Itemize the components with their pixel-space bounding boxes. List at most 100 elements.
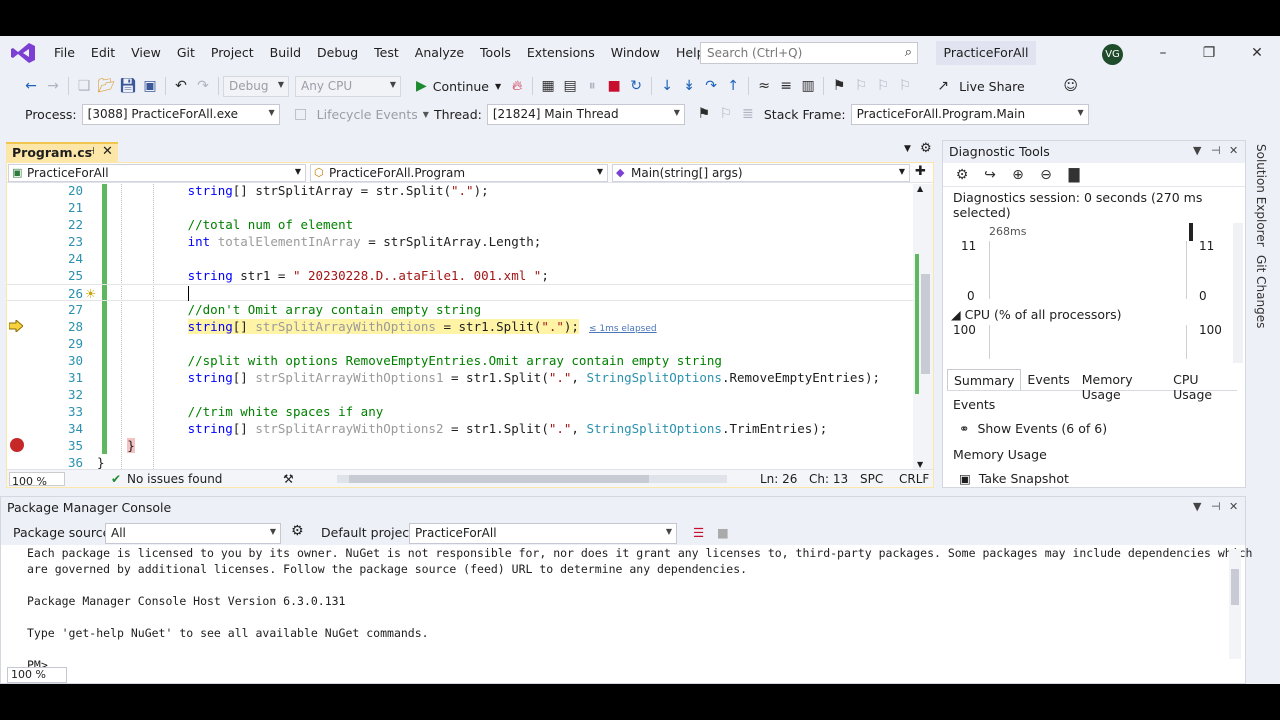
- lightbulb-icon[interactable]: ☀: [85, 285, 96, 302]
- code-line[interactable]: 29: [7, 335, 913, 352]
- browse-icon[interactable]: ▦: [537, 75, 559, 97]
- take-snapshot-button[interactable]: ▣ Take Snapshot: [959, 471, 1069, 486]
- stop-command-icon[interactable]: ■: [717, 525, 729, 540]
- close-icon[interactable]: ✕: [1229, 144, 1238, 157]
- gear-icon[interactable]: ⚙: [951, 164, 973, 186]
- close-icon[interactable]: ✕: [1242, 42, 1272, 64]
- default-project-select[interactable]: PracticeForAll ▼: [409, 523, 677, 544]
- lifecycle-events-button[interactable]: Lifecycle Events: [312, 107, 423, 122]
- gear-icon[interactable]: ⚙: [291, 523, 304, 539]
- code-lines[interactable]: 20 string[] strSplitArray = str.Split("."…: [7, 184, 913, 471]
- export-icon[interactable]: ↪: [979, 164, 1001, 186]
- console-zoom-select[interactable]: 100 %: [7, 667, 67, 683]
- new-item-icon[interactable]: ❑: [73, 75, 95, 97]
- column-indicator[interactable]: Ch: 13: [809, 472, 848, 486]
- save-icon[interactable]: 💾︎: [117, 75, 139, 97]
- save-all-icon[interactable]: ▣: [139, 75, 161, 97]
- show-next-statement-icon[interactable]: ↓: [656, 75, 678, 97]
- platform-select[interactable]: Any CPU ▼: [295, 75, 401, 97]
- code-line[interactable]: 21: [7, 199, 913, 216]
- solution-name[interactable]: PracticeForAll: [936, 41, 1036, 65]
- menu-item-test[interactable]: Test: [366, 36, 407, 70]
- flag-all-icon[interactable]: ⚐: [715, 103, 737, 125]
- menu-item-view[interactable]: View: [123, 36, 169, 70]
- side-tab-solution-explorer[interactable]: Solution Explorer: [1252, 140, 1270, 251]
- menu-item-edit[interactable]: Edit: [83, 36, 123, 70]
- package-source-select[interactable]: All ▼: [105, 523, 281, 544]
- stop-icon[interactable]: ■: [603, 75, 625, 97]
- pin-icon[interactable]: ⊣: [1211, 500, 1221, 513]
- gear-icon[interactable]: ⚙: [920, 141, 932, 156]
- minimize-icon[interactable]: –: [1148, 42, 1178, 64]
- layout-icon[interactable]: ▤: [559, 75, 581, 97]
- tab-cpu-usage[interactable]: CPU Usage: [1167, 369, 1237, 402]
- menu-item-extensions[interactable]: Extensions: [519, 36, 603, 70]
- process-select[interactable]: [3088] PracticeForAll.exe ▼: [81, 103, 280, 125]
- code-line[interactable]: 35}: [7, 437, 913, 454]
- menu-item-tools[interactable]: Tools: [472, 36, 519, 70]
- prev-bookmark-icon[interactable]: ⚐: [850, 75, 872, 97]
- code-line[interactable]: 20 string[] strSplitArray = str.Split("."…: [7, 184, 913, 199]
- menu-item-analyze[interactable]: Analyze: [407, 36, 472, 70]
- zoom-in-icon[interactable]: ⊕: [1007, 164, 1029, 186]
- stack-frame-select[interactable]: PracticeForAll.Program.Main ▼: [850, 103, 1089, 125]
- code-line[interactable]: 34 string[] strSplitArrayWithOptions2 = s…: [7, 420, 913, 437]
- menu-item-window[interactable]: Window: [603, 36, 668, 70]
- menu-item-file[interactable]: File: [46, 36, 83, 70]
- horizontal-scroll-thumb[interactable]: [349, 475, 649, 483]
- restore-icon[interactable]: ❐: [1194, 42, 1224, 64]
- split-icon[interactable]: ✚: [915, 164, 926, 179]
- chevron-down-icon[interactable]: ▼: [904, 144, 911, 154]
- feedback-icon[interactable]: ☺: [1060, 75, 1082, 97]
- cpu-header[interactable]: ◢ CPU (% of all processors): [951, 307, 1122, 322]
- scroll-up-icon[interactable]: ▲: [917, 184, 923, 193]
- hot-reload-icon[interactable]: 🔥︎: [506, 75, 528, 97]
- code-line[interactable]: 24: [7, 250, 913, 267]
- code-editor[interactable]: ▣ PracticeForAll ▼ ⬡ PracticeForAll.Progr…: [6, 162, 934, 488]
- tab-memory-usage[interactable]: Memory Usage: [1076, 369, 1167, 402]
- class-nav-select[interactable]: ⬡ PracticeForAll.Program ▼: [310, 164, 608, 182]
- memory-graph[interactable]: [989, 241, 1187, 299]
- chevron-down-icon[interactable]: ▼: [1193, 144, 1201, 157]
- clear-bookmarks-icon[interactable]: ⚐: [894, 75, 916, 97]
- perf-tip-link[interactable]: ≤ 1ms elapsed: [589, 324, 657, 334]
- close-icon[interactable]: ✕: [1229, 500, 1238, 513]
- issues-label[interactable]: No issues found: [127, 472, 222, 486]
- code-line[interactable]: 31 string[] strSplitArrayWithOptions1 = s…: [7, 369, 913, 386]
- code-line[interactable]: 26 ☀: [7, 284, 913, 301]
- diagnostics-icon[interactable]: ≈: [753, 75, 775, 97]
- scroll-thumb[interactable]: [921, 274, 930, 374]
- code-line[interactable]: 33 //trim white spaces if any: [7, 403, 913, 420]
- show-events-link[interactable]: ⚭ Show Events (6 of 6): [959, 421, 1107, 436]
- tab-summary[interactable]: Summary: [947, 369, 1022, 390]
- cpu-graph[interactable]: [989, 325, 1187, 359]
- code-line[interactable]: 32: [7, 386, 913, 403]
- project-nav-select[interactable]: ▣ PracticeForAll ▼: [8, 164, 306, 182]
- next-bookmark-icon[interactable]: ⚐: [872, 75, 894, 97]
- pause-icon[interactable]: ⏸︎: [581, 75, 603, 97]
- code-line[interactable]: 23 int totalElementInArray = strSplitArra…: [7, 233, 913, 250]
- pin-icon[interactable]: ⊣: [1211, 144, 1221, 157]
- zoom-select[interactable]: 100 %: [9, 472, 65, 488]
- undo-icon[interactable]: ↶: [170, 75, 192, 97]
- tab-program-cs[interactable]: Program.cs ⊣ ✕: [6, 142, 118, 162]
- flag-thread-icon[interactable]: ⚑: [693, 103, 715, 125]
- clear-console-icon[interactable]: ☰: [693, 525, 704, 540]
- step-over-icon[interactable]: ↷: [700, 75, 722, 97]
- menu-item-git[interactable]: Git: [169, 36, 203, 70]
- member-nav-select[interactable]: ◆ Main(string[] args) ▼: [612, 164, 910, 182]
- code-line[interactable]: 25 string str1 = " 20230228.D..ataFile1. …: [7, 267, 913, 284]
- zoom-out-icon[interactable]: ⊖: [1035, 164, 1057, 186]
- reset-view-icon[interactable]: ▇: [1063, 164, 1085, 186]
- cleanup-icon[interactable]: ⚒: [283, 472, 294, 486]
- search-input[interactable]: Search (Ctrl+Q) ⌕: [700, 42, 918, 64]
- step-out-icon[interactable]: ↑: [722, 75, 744, 97]
- code-line[interactable]: 30 //split with options RemoveEmptyEntrie…: [7, 352, 913, 369]
- breakpoint-icon[interactable]: [10, 438, 24, 452]
- configuration-select[interactable]: Debug ▼: [223, 75, 289, 97]
- side-tab-git-changes[interactable]: Git Changes: [1252, 251, 1270, 332]
- menu-item-project[interactable]: Project: [203, 36, 262, 70]
- back-icon[interactable]: ←: [20, 75, 42, 97]
- menu-item-debug[interactable]: Debug: [309, 36, 366, 70]
- open-folder-icon[interactable]: 📂︎: [95, 75, 117, 97]
